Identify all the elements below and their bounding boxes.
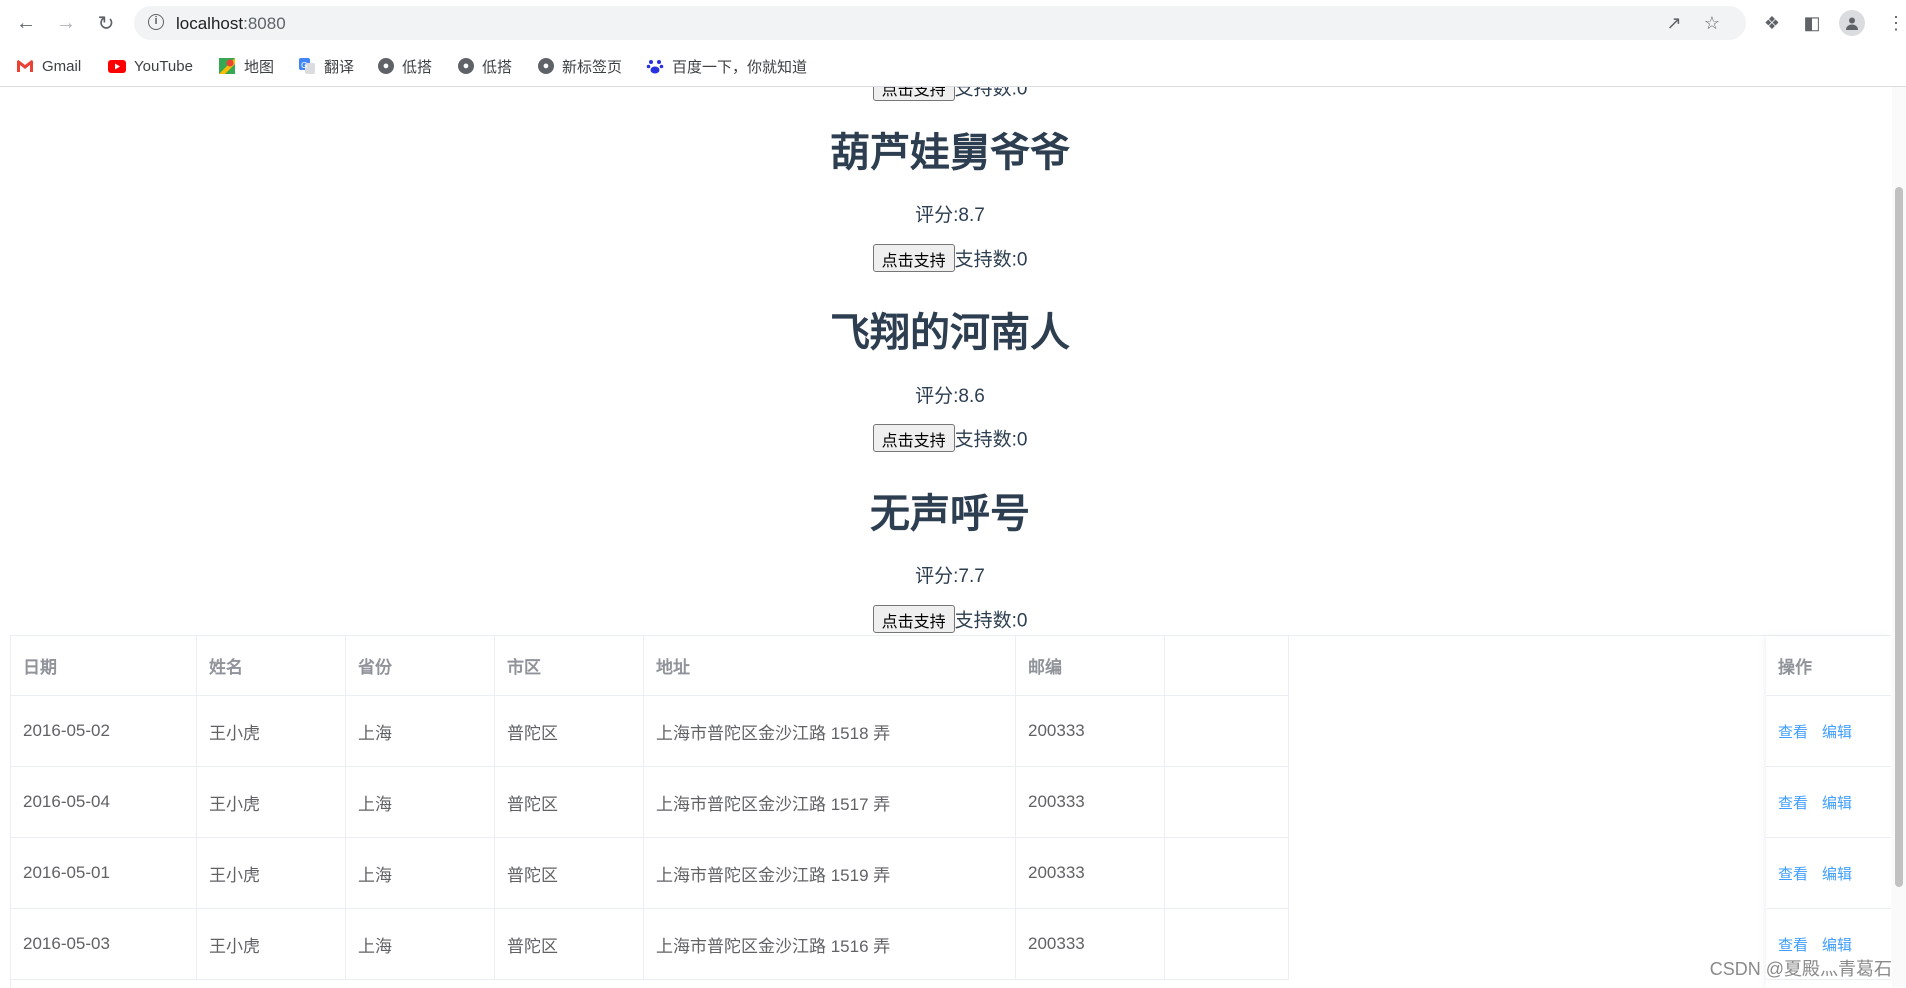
- column-header-name[interactable]: 姓名: [197, 636, 346, 696]
- cell-name: 王小虎: [197, 838, 346, 909]
- column-header-province[interactable]: 省份: [346, 636, 495, 696]
- cell-zip: 200333: [1016, 838, 1165, 909]
- bookmark-lowcode-1[interactable]: ● 低搭: [378, 54, 432, 78]
- url-text[interactable]: localhost:8080: [176, 14, 286, 34]
- bookmark-new-tab[interactable]: ● 新标签页: [538, 54, 622, 78]
- data-table: 日期 姓名 省份 市区 地址 邮编 2016-05-02 王小虎 上海 普陀区 …: [10, 635, 1891, 988]
- support-row: 点击支持 支持数:0: [0, 424, 1900, 452]
- row-actions: 查看 编辑: [1766, 838, 1891, 909]
- cell-address: 上海市普陀区金沙江路 1517 弄: [644, 767, 1016, 838]
- cell-address: 上海市普陀区金沙江路 1518 弄: [644, 696, 1016, 767]
- cell-blank: [1165, 909, 1289, 980]
- cell-address: 上海市普陀区金沙江路 1519 弄: [644, 838, 1016, 909]
- column-header-zip[interactable]: 邮编: [1016, 636, 1165, 696]
- bookmark-lowcode-2[interactable]: ● 低搭: [458, 54, 512, 78]
- cell-zip: 200333: [1016, 909, 1165, 980]
- column-header-district[interactable]: 市区: [495, 636, 644, 696]
- bookmark-maps[interactable]: 地图: [218, 54, 274, 78]
- support-row: 点击支持 支持数:0: [0, 605, 1900, 633]
- cell-name: 王小虎: [197, 767, 346, 838]
- column-header-address[interactable]: 地址: [644, 636, 1016, 696]
- cell-district: 普陀区: [495, 767, 644, 838]
- edit-link[interactable]: 编辑: [1822, 721, 1852, 742]
- cell-date: 2016-05-03: [11, 909, 197, 980]
- support-button[interactable]: 点击支持: [872, 244, 955, 272]
- movie-title: 无声呼号: [870, 492, 1030, 536]
- browser-toolbar: ← → ↻ i localhost:8080 ↗ ☆ ❖ ◧ ⋮: [0, 0, 1906, 46]
- cell-district: 普陀区: [495, 909, 644, 980]
- column-header-operations[interactable]: 操作: [1766, 636, 1891, 696]
- globe-icon: ●: [538, 58, 554, 74]
- bookmark-translate[interactable]: G 翻译: [298, 54, 354, 78]
- view-link[interactable]: 查看: [1778, 721, 1808, 742]
- side-panel-icon[interactable]: ◧: [1800, 11, 1824, 35]
- column-header-date[interactable]: 日期: [11, 636, 197, 696]
- support-count: 支持数:0: [954, 249, 1028, 271]
- column-header-blank: [1165, 636, 1289, 696]
- cell-district: 普陀区: [495, 838, 644, 909]
- bookmarks-bar: Gmail YouTube 地图 G 翻译 ● 低搭 ● 低搭 ● 新标签页 百…: [0, 46, 1906, 87]
- support-count: 支持数:0: [954, 429, 1028, 451]
- cell-date: 2016-05-02: [11, 696, 197, 767]
- site-info-icon[interactable]: i: [148, 14, 164, 30]
- cell-name: 王小虎: [197, 909, 346, 980]
- menu-kebab-icon[interactable]: ⋮: [1884, 11, 1906, 35]
- bookmark-youtube[interactable]: YouTube: [108, 54, 193, 78]
- cell-date: 2016-05-04: [11, 767, 197, 838]
- movie-title: 飞翔的河南人: [830, 311, 1070, 355]
- cell-blank: [1165, 767, 1289, 838]
- edit-link[interactable]: 编辑: [1822, 863, 1852, 884]
- view-link[interactable]: 查看: [1778, 792, 1808, 813]
- movie-rating: 评分:8.6: [915, 386, 985, 407]
- support-button-previous[interactable]: 点击支持: [872, 87, 955, 101]
- globe-icon: ●: [378, 58, 394, 74]
- profile-avatar-icon[interactable]: [1839, 10, 1865, 36]
- support-button[interactable]: 点击支持: [872, 424, 955, 452]
- movie-rating: 评分:7.7: [915, 566, 985, 587]
- cell-zip: 200333: [1016, 696, 1165, 767]
- baidu-paw-icon: [646, 57, 664, 75]
- cell-name: 王小虎: [197, 696, 346, 767]
- row-actions: 查看 编辑: [1766, 767, 1891, 838]
- maps-icon: [218, 57, 236, 75]
- bookmark-star-icon[interactable]: ☆: [1700, 11, 1724, 35]
- watermark: CSDN @夏殿灬青葛石: [1709, 959, 1892, 979]
- movie-title: 葫芦娃舅爷爷: [830, 131, 1070, 175]
- fixed-operations-column: 操作 查看 编辑 查看 编辑 查看 编辑 查看 编辑: [1766, 636, 1891, 988]
- cell-province: 上海: [346, 767, 495, 838]
- support-row-previous: 点击支持 支持数:0: [0, 87, 1900, 101]
- share-icon[interactable]: ↗: [1662, 11, 1686, 35]
- bookmark-gmail[interactable]: Gmail: [16, 54, 81, 78]
- forward-icon[interactable]: →: [54, 11, 78, 35]
- reload-icon[interactable]: ↻: [94, 11, 118, 35]
- cell-province: 上海: [346, 696, 495, 767]
- cell-province: 上海: [346, 909, 495, 980]
- scrollbar-thumb[interactable]: [1895, 187, 1903, 887]
- back-icon[interactable]: ←: [14, 11, 38, 35]
- translate-icon: G: [298, 57, 316, 75]
- cell-blank: [1165, 696, 1289, 767]
- support-button[interactable]: 点击支持: [872, 605, 955, 633]
- edit-link[interactable]: 编辑: [1822, 792, 1852, 813]
- cell-date: 2016-05-01: [11, 838, 197, 909]
- row-actions: 查看 编辑: [1766, 696, 1891, 767]
- support-row: 点击支持 支持数:0: [0, 244, 1900, 272]
- view-link[interactable]: 查看: [1778, 934, 1808, 955]
- globe-icon: ●: [458, 58, 474, 74]
- address-bar[interactable]: i localhost:8080 ↗ ☆: [134, 6, 1746, 40]
- view-link[interactable]: 查看: [1778, 863, 1808, 884]
- bookmark-baidu[interactable]: 百度一下，你就知道: [646, 54, 807, 78]
- youtube-icon: [108, 57, 126, 75]
- support-count: 支持数:0: [954, 610, 1028, 632]
- movie-rating: 评分:8.7: [915, 205, 985, 226]
- gmail-icon: [16, 57, 34, 75]
- cell-zip: 200333: [1016, 767, 1165, 838]
- edit-link[interactable]: 编辑: [1822, 934, 1852, 955]
- svg-text:G: G: [301, 61, 307, 70]
- cell-address: 上海市普陀区金沙江路 1516 弄: [644, 909, 1016, 980]
- cell-blank: [1165, 838, 1289, 909]
- extensions-icon[interactable]: ❖: [1760, 11, 1784, 35]
- cell-district: 普陀区: [495, 696, 644, 767]
- cell-province: 上海: [346, 838, 495, 909]
